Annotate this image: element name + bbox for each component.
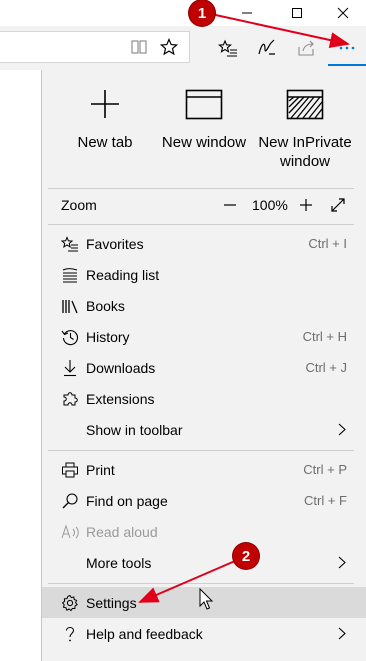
menu-item-help-and-feedback[interactable]: Help and feedback [42,618,366,649]
maximize-icon [292,8,302,18]
browser-toolbar [0,26,366,70]
favorites-hub-icon[interactable] [217,37,239,59]
annotation-badge-2: 2 [233,543,259,569]
share-icon[interactable] [296,37,318,59]
download-icon [61,359,79,377]
menu-item-print[interactable]: Print Ctrl + P [42,454,366,485]
search-icon [61,492,79,510]
zoom-label: Zoom [61,196,97,213]
settings-and-more-menu: New tab New window New InPrivate window … [41,70,366,661]
menu-divider [48,450,354,451]
minimize-icon [242,12,252,14]
menu-item-label: Extensions [86,390,155,407]
close-icon [337,7,349,19]
zoom-in-button[interactable] [299,189,313,220]
menu-item-label: Show in toolbar [86,421,183,438]
close-button[interactable] [320,0,366,26]
menu-item-label: Print [86,461,115,478]
menu-item-favorites[interactable]: Favorites Ctrl + I [42,228,366,259]
address-bar[interactable] [0,31,190,63]
new-window-row: New tab New window New InPrivate window [42,70,366,180]
window-icon [185,89,223,120]
new-tab-label: New tab [77,134,133,151]
menu-item-label: Favorites [86,235,144,252]
menu-item-extensions[interactable]: Extensions [42,383,366,414]
help-icon [61,625,79,643]
fullscreen-icon [331,197,345,212]
menu-item-label: Settings [86,594,137,611]
menu-item-downloads[interactable]: Downloads Ctrl + J [42,352,366,383]
new-window-label: New window [161,134,247,151]
inprivate-window-icon [286,89,324,120]
menu-item-label: Read aloud [86,523,158,540]
more-actions-icon[interactable] [336,37,358,59]
menu-item-label: More tools [86,554,152,571]
new-tab-button[interactable]: New tab [55,84,155,152]
plus-icon [300,198,312,211]
chevron-right-icon [338,627,346,640]
menu-item-find-on-page[interactable]: Find on page Ctrl + F [42,485,366,516]
menu-item-label: Downloads [86,359,156,376]
more-actions-active-indicator [328,64,366,66]
fullscreen-button[interactable] [330,189,346,220]
plus-icon [91,90,119,118]
gear-icon [61,594,79,612]
title-bar [0,0,366,26]
menu-item-read-aloud: Read aloud [42,516,366,547]
new-inprivate-window-label: New InPrivate window [258,134,352,170]
books-icon [61,297,79,315]
print-icon [61,461,79,479]
chevron-right-icon [338,556,346,569]
shortcut-text: Ctrl + P [303,462,347,477]
shortcut-text: Ctrl + I [308,236,347,251]
zoom-out-button[interactable] [223,189,237,220]
menu-divider [48,224,354,225]
minimize-button[interactable] [224,0,270,26]
menu-item-label: Find on page [86,492,168,509]
minus-icon [224,203,236,206]
menu-item-more-tools[interactable]: More tools [42,547,366,578]
favorites-icon [61,235,79,253]
zoom-row: Zoom 100% [42,189,366,220]
reading-view-icon[interactable] [128,36,150,58]
shortcut-text: Ctrl + J [305,360,347,375]
menu-item-settings[interactable]: Settings [42,587,366,618]
extensions-icon [61,390,79,408]
menu-item-show-in-toolbar[interactable]: Show in toolbar [42,414,366,445]
menu-divider [48,583,354,584]
chevron-right-icon [338,423,346,436]
menu-item-books[interactable]: Books [42,290,366,321]
menu-item-label: Help and feedback [86,625,203,642]
menu-item-label: History [86,328,130,345]
menu-item-history[interactable]: History Ctrl + H [42,321,366,352]
maximize-button[interactable] [274,0,320,26]
menu-item-reading-list[interactable]: Reading list [42,259,366,290]
zoom-level: 100% [252,196,288,213]
history-icon [61,328,79,346]
page-content-area [0,70,41,661]
new-inprivate-window-button[interactable]: New InPrivate window [253,84,357,180]
menu-item-label: Books [86,297,125,314]
reading-list-icon [61,266,79,284]
new-window-button[interactable]: New window [154,84,254,152]
read-aloud-icon [61,523,79,541]
shortcut-text: Ctrl + F [304,493,347,508]
favorite-star-icon[interactable] [158,36,180,58]
menu-item-label: Reading list [86,266,160,283]
annotation-badge-1: 1 [189,0,215,26]
web-note-icon[interactable] [256,37,278,59]
shortcut-text: Ctrl + H [302,329,347,344]
